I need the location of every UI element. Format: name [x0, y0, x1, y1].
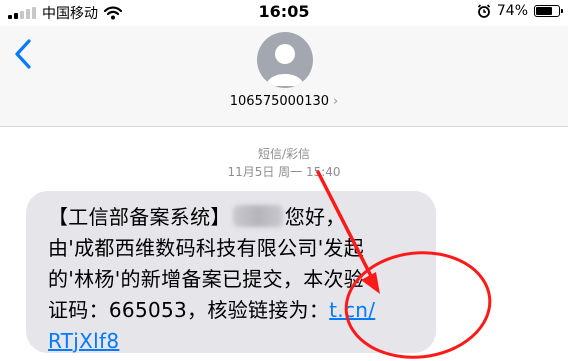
message-greeting: 您好，: [284, 205, 346, 229]
sender-number: 106575000130: [229, 94, 330, 109]
message-sender-tag: 【工信部备案系统】: [48, 205, 231, 229]
verification-code-text: 证码：665053，核验链接为：: [48, 298, 330, 322]
message-type-label: 短信/彩信: [257, 147, 311, 161]
message-line-3: 的'林杨'的新增备案已提交，本次验: [48, 267, 365, 291]
contact-avatar[interactable]: [257, 32, 313, 88]
battery-icon: [534, 5, 563, 17]
message-timestamp: 11月5日 周一 15:40: [227, 165, 341, 179]
status-bar: 中国移动 16:05 74%: [0, 0, 568, 26]
verification-link-continued[interactable]: RTjXlf8: [48, 329, 119, 353]
message-line-4: 证码：665053，核验链接为：t.cn/: [48, 295, 422, 326]
status-right: 74%: [477, 3, 563, 19]
chevron-left-icon: [15, 39, 31, 69]
alarm-icon: [477, 4, 490, 18]
message-line-5: RTjXlf8: [48, 326, 422, 357]
battery-percent: 74%: [496, 3, 528, 19]
person-icon: [266, 44, 304, 86]
message-line-1: 【工信部备案系统】 您好，: [48, 202, 422, 233]
back-button[interactable]: [12, 38, 42, 74]
message-bubble[interactable]: 【工信部备案系统】 您好， 由'成都西维数码科技有限公司'发起 的'林杨'的新增备…: [26, 191, 436, 353]
verification-link[interactable]: t.cn/: [329, 298, 375, 322]
message-line-2: 由'成都西维数码科技有限公司'发起: [48, 236, 365, 260]
redacted-name: [232, 205, 283, 227]
conversation-header: 106575000130 ›: [0, 26, 568, 127]
chevron-right-icon: ›: [333, 94, 339, 109]
sender-number-button[interactable]: 106575000130 ›: [0, 94, 568, 109]
battery-fill: [536, 7, 553, 15]
